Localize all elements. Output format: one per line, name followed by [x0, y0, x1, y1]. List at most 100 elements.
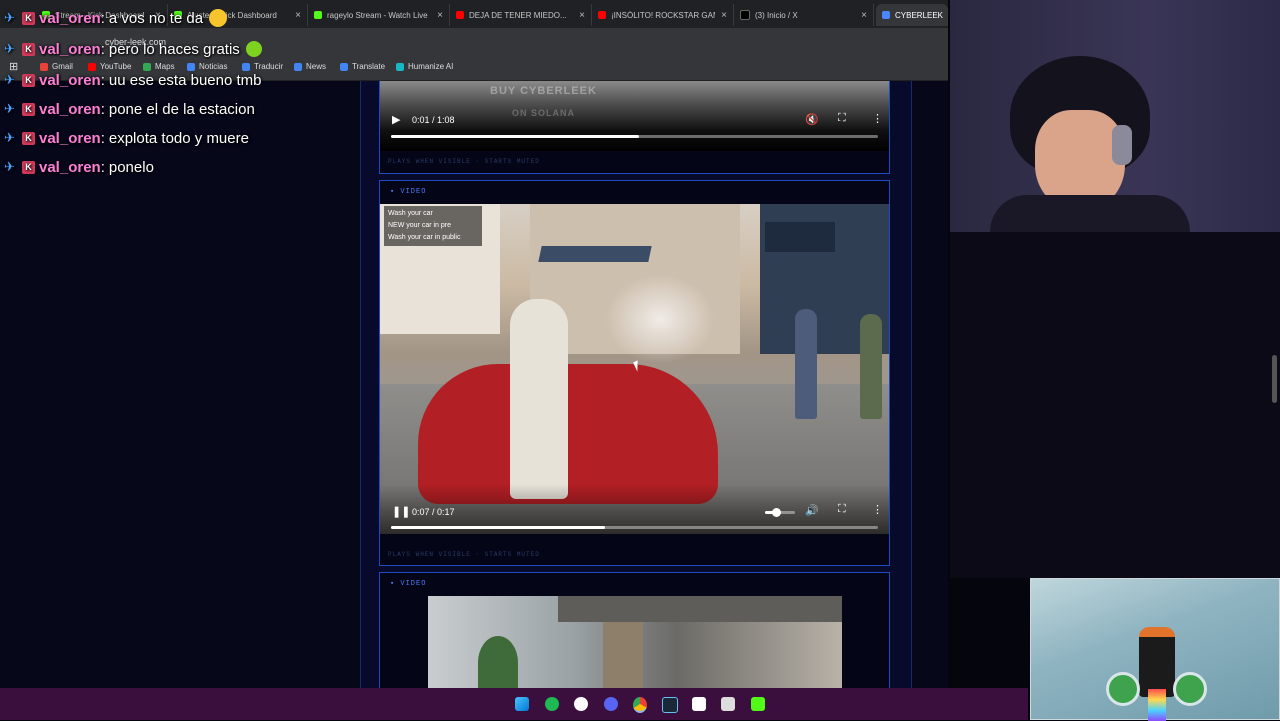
kick-badge-icon: K: [22, 42, 35, 56]
video-footer-note: PLAYS WHEN VISIBLE · STARTS MUTED: [388, 158, 540, 165]
kick-badge-icon: K: [22, 131, 35, 145]
video-caption: Wash your car NEW your car in pre Wash y…: [384, 206, 482, 246]
video-card-2: ▪ VIDEO Wash your car NEW your car in pr…: [379, 180, 890, 566]
bookmark-humanize-ai[interactable]: Humanize AI: [396, 62, 453, 71]
chat-username[interactable]: val_oren: [39, 72, 101, 89]
chat-username[interactable]: val_oren: [39, 130, 101, 147]
scene-person: [860, 314, 882, 419]
volume-slider[interactable]: [765, 508, 795, 517]
webcam-feed: [950, 0, 1280, 232]
discord-icon[interactable]: [604, 697, 618, 711]
windows-start-icon[interactable]: [515, 697, 529, 711]
scene-overpass: [558, 596, 842, 622]
right-panel-background: [950, 232, 1280, 578]
fullscreen-icon[interactable]: ⛶: [838, 503, 846, 516]
chatgpt-icon[interactable]: [574, 697, 588, 711]
scene-person: [795, 309, 817, 419]
video-player-2[interactable]: Wash your car NEW your car in pre Wash y…: [380, 204, 889, 534]
wheel-icon: [1173, 672, 1207, 706]
obs-icon[interactable]: [721, 697, 735, 711]
chat-username[interactable]: val_oren: [39, 101, 101, 118]
tab-youtube-rockstar[interactable]: ¡INSÓLITO! ROCKSTAR GAMES×: [592, 4, 734, 26]
tab-youtube-miedo[interactable]: DEJA DE TENER MIEDO... ×: [450, 4, 592, 26]
chat-message: ✈ Kval_oren: pone el de la estacion: [4, 100, 255, 118]
close-icon[interactable]: ×: [295, 10, 301, 21]
tab-cyberleek[interactable]: CYBERLEEK: [876, 4, 948, 26]
chat-username[interactable]: val_oren: [39, 10, 101, 27]
close-icon[interactable]: ×: [579, 10, 585, 21]
tab-x-inicio[interactable]: (3) Inicio / X ×: [734, 4, 874, 26]
cyberleek-icon: [882, 11, 890, 19]
kick-icon[interactable]: [751, 697, 765, 711]
bookmark-translate[interactable]: Translate: [340, 62, 385, 71]
webcam-person-shirt: [990, 195, 1190, 232]
kick-badge-icon: K: [22, 102, 35, 116]
volume-knob[interactable]: [771, 508, 781, 517]
scene-spray: [605, 274, 715, 364]
video-watermark: BUY CYBERLEEK: [490, 85, 597, 97]
chat-message: ✈ Kval_oren: uu ese esta bueno tmb: [4, 71, 262, 89]
scene-sign: [765, 222, 835, 252]
chat-message: ✈ Kval_oren: a vos no te da: [4, 7, 228, 29]
video-player-3[interactable]: [428, 596, 842, 689]
pause-icon[interactable]: ❚❚: [392, 505, 410, 518]
x-logo-icon: [740, 10, 750, 20]
chat-text: ponelo: [108, 158, 154, 176]
chat-username[interactable]: val_oren: [39, 159, 101, 176]
close-icon[interactable]: ×: [861, 10, 867, 21]
close-icon[interactable]: ×: [437, 10, 443, 21]
wheel-icon: [1106, 672, 1140, 706]
chat-message: ✈ Kval_oren: explota todo y muere: [4, 129, 249, 147]
youtube-icon: [598, 11, 606, 19]
video-progress-fill: [391, 135, 640, 138]
kick-badge-icon: K: [22, 11, 35, 25]
youtube-icon: [456, 11, 464, 19]
capcut-icon[interactable]: [692, 697, 706, 711]
kick-badge-icon: K: [22, 160, 35, 174]
humanize-ai-icon: [396, 62, 404, 71]
scrollbar-thumb[interactable]: [1272, 355, 1277, 403]
video-time: 0:07 / 0:17: [412, 507, 455, 517]
pin-icon: ✈: [4, 72, 15, 87]
chat-message: ✈ Kval_oren: ponelo: [4, 158, 154, 176]
fullscreen-icon[interactable]: ⛶: [838, 112, 846, 125]
spotify-icon[interactable]: [545, 697, 559, 711]
chat-text: a vos no te da: [108, 9, 204, 27]
muted-icon[interactable]: 🔇: [805, 113, 819, 126]
bookmark-news[interactable]: News: [294, 62, 326, 71]
play-icon[interactable]: ▶: [392, 113, 400, 126]
close-icon[interactable]: ×: [721, 10, 727, 21]
scene-car: [418, 364, 718, 504]
scene-person: [510, 299, 568, 499]
kick-icon: [314, 11, 322, 19]
chat-text: pone el de la estacion: [108, 100, 255, 118]
chat-text: uu ese esta bueno tmb: [108, 71, 262, 89]
character-icon: [1139, 627, 1175, 697]
windows-taskbar: [0, 688, 1028, 720]
tab-rageylo-stream[interactable]: rageylo Stream - Watch Live ×: [308, 4, 450, 26]
pin-icon: ✈: [4, 101, 15, 116]
translate-icon: [340, 62, 348, 71]
news-icon: [294, 62, 302, 71]
pin-icon: ✈: [4, 130, 15, 145]
video-watermark-sub: ON SOLANA: [512, 108, 575, 118]
video-progress[interactable]: [391, 526, 878, 529]
chrome-icon[interactable]: [633, 697, 647, 713]
more-options-icon[interactable]: ⋮: [872, 112, 883, 125]
video-card-3: ▪ VIDEO: [379, 572, 890, 689]
emoji-coin-icon: [245, 41, 262, 57]
chat-username[interactable]: val_oren: [39, 41, 101, 58]
more-options-icon[interactable]: ⋮: [872, 503, 883, 516]
chat-message: ✈ Kval_oren: pero lo haces gratis: [4, 38, 262, 60]
volume-icon[interactable]: 🔊: [805, 504, 819, 517]
steam-icon[interactable]: [662, 697, 678, 713]
video-progress-fill: [391, 526, 606, 529]
chat-text: pero lo haces gratis: [108, 40, 240, 58]
video-player-1[interactable]: BUY CYBERLEEK ON SOLANA ▶ 0:01 / 1:08 🔇 …: [380, 81, 889, 151]
video-time: 0:01 / 1:08: [412, 115, 455, 125]
pin-icon: ✈: [4, 41, 15, 56]
pin-icon: ✈: [4, 10, 15, 25]
kick-badge-icon: K: [22, 73, 35, 87]
rainbow-trail: [1148, 689, 1166, 721]
video-progress[interactable]: [391, 135, 878, 138]
